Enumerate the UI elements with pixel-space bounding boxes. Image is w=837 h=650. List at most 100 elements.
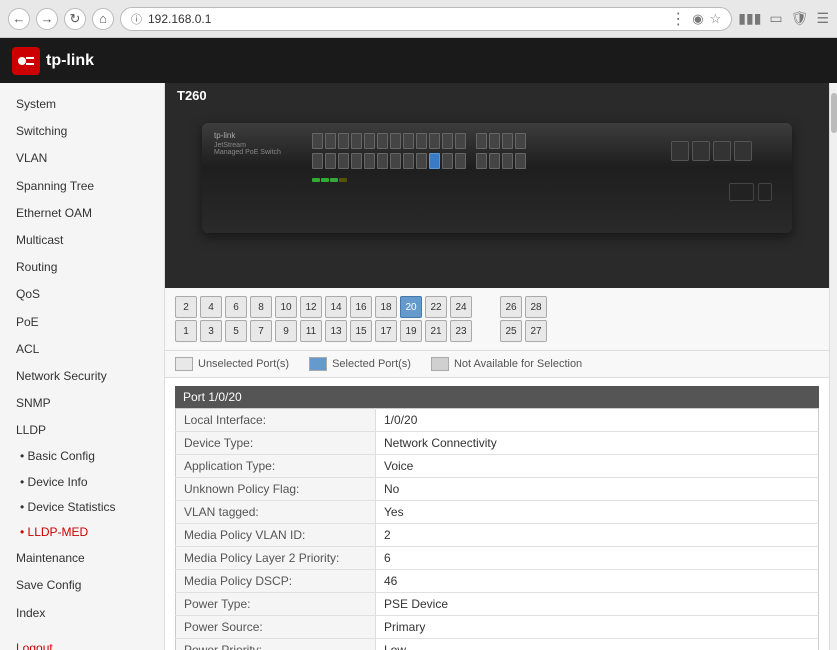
sidebar-item-device-statistics[interactable]: • Device Statistics (0, 495, 164, 520)
sidebar-item-maintenance[interactable]: Maintenance (0, 545, 164, 572)
legend-unselected-label: Unselected Port(s) (198, 358, 289, 370)
sidebar-item-basic-config[interactable]: • Basic Config (0, 444, 164, 469)
sidebar-item-vlan[interactable]: VLAN (0, 145, 164, 172)
library-icon[interactable]: ▮▮▮ (738, 10, 761, 27)
port-24[interactable]: 24 (450, 296, 472, 318)
port-11[interactable]: 11 (300, 320, 322, 342)
port-9[interactable]: 9 (275, 320, 297, 342)
field-label: Power Type: (176, 593, 376, 616)
device-title: T260 (165, 83, 829, 108)
field-value: Voice (376, 455, 819, 478)
switch-logo: tp-link JetStream Managed PoE Switch (214, 131, 281, 156)
table-row: VLAN tagged:Yes (176, 501, 819, 524)
port-25[interactable]: 25 (500, 320, 522, 342)
browser-chrome: ← → ↻ ⌂ ⓘ 192.168.0.1 ⋮ ◉ ☆ ▮▮▮ ▭ 🛡 ☰ (0, 0, 837, 38)
switch-body: tp-link JetStream Managed PoE Switch (202, 123, 792, 233)
port-7[interactable]: 7 (250, 320, 272, 342)
legend-selected: Selected Port(s) (309, 357, 411, 371)
field-label: Local Interface: (176, 409, 376, 432)
sidebar-item-multicast[interactable]: Multicast (0, 227, 164, 254)
sidebar-item-snmp[interactable]: SNMP (0, 390, 164, 417)
port-16[interactable]: 16 (350, 296, 372, 318)
port-18[interactable]: 18 (375, 296, 397, 318)
port-grid-area: 2 4 6 8 10 12 14 16 18 20 22 24 26 28 (165, 288, 829, 351)
legend-box-unavailable (431, 357, 449, 371)
field-label: VLAN tagged: (176, 501, 376, 524)
port-15[interactable]: 15 (350, 320, 372, 342)
sidebar-item-network-security[interactable]: Network Security (0, 363, 164, 390)
back-button[interactable]: ← (8, 8, 30, 30)
console-ports (729, 183, 772, 201)
field-value: Network Connectivity (376, 432, 819, 455)
field-value: 1/0/20 (376, 409, 819, 432)
field-value: Yes (376, 501, 819, 524)
field-value: 46 (376, 570, 819, 593)
field-label: Media Policy VLAN ID: (176, 524, 376, 547)
sidebar-item-ethernet-oam[interactable]: Ethernet OAM (0, 200, 164, 227)
logo-area: tp-link (12, 47, 94, 75)
port-20[interactable]: 20 (400, 296, 422, 318)
port-13[interactable]: 13 (325, 320, 347, 342)
switch-status-leds (312, 178, 347, 182)
port-17[interactable]: 17 (375, 320, 397, 342)
port-26[interactable]: 26 (500, 296, 522, 318)
home-button[interactable]: ⌂ (92, 8, 114, 30)
address-bar[interactable]: ⓘ 192.168.0.1 ⋮ ◉ ☆ (120, 7, 732, 31)
port-21[interactable]: 21 (425, 320, 447, 342)
port-8[interactable]: 8 (250, 296, 272, 318)
sidebar-item-system[interactable]: System (0, 91, 164, 118)
port-3[interactable]: 3 (200, 320, 222, 342)
legend-unselected: Unselected Port(s) (175, 357, 289, 371)
port-28[interactable]: 28 (525, 296, 547, 318)
sidebar-item-routing[interactable]: Routing (0, 254, 164, 281)
sidebar-item-poe[interactable]: PoE (0, 309, 164, 336)
legend-selected-label: Selected Port(s) (332, 358, 411, 370)
sidebar-item-lldp-med[interactable]: • LLDP-MED (0, 520, 164, 545)
sidebar-item-switching[interactable]: Switching (0, 118, 164, 145)
sidebar-item-index[interactable]: Index (0, 600, 164, 627)
legend-unavailable-label: Not Available for Selection (454, 358, 582, 370)
logout-link[interactable]: Logout (0, 637, 164, 650)
legend-unavailable: Not Available for Selection (431, 357, 582, 371)
port-2[interactable]: 2 (175, 296, 197, 318)
menu-icon[interactable]: ☰ (816, 10, 829, 27)
port-23[interactable]: 23 (450, 320, 472, 342)
port-6[interactable]: 6 (225, 296, 247, 318)
port-info-section: Port 1/0/20 Local Interface:1/0/20Device… (165, 386, 829, 650)
reload-button[interactable]: ↻ (64, 8, 86, 30)
table-row: Local Interface:1/0/20 (176, 409, 819, 432)
port-12[interactable]: 12 (300, 296, 322, 318)
field-label: Unknown Policy Flag: (176, 478, 376, 501)
port-27[interactable]: 27 (525, 320, 547, 342)
scrollbar[interactable] (829, 83, 837, 650)
port-14[interactable]: 14 (325, 296, 347, 318)
field-value: Primary (376, 616, 819, 639)
shield-icon: 🛡 (791, 10, 809, 27)
table-row: Media Policy Layer 2 Priority:6 (176, 547, 819, 570)
port-info-table: Local Interface:1/0/20Device Type:Networ… (175, 408, 819, 650)
port-5[interactable]: 5 (225, 320, 247, 342)
window-icon[interactable]: ▭ (769, 10, 782, 27)
logo-text: tp-link (46, 52, 94, 70)
field-value: Low (376, 639, 819, 650)
port-4[interactable]: 4 (200, 296, 222, 318)
table-row: Power Priority:Low (176, 639, 819, 650)
sidebar-item-acl[interactable]: ACL (0, 336, 164, 363)
legend-box-selected (309, 357, 327, 371)
port-22[interactable]: 22 (425, 296, 447, 318)
sidebar-item-spanning-tree[interactable]: Spanning Tree (0, 173, 164, 200)
switch-ports-bottom (312, 153, 526, 169)
port-19[interactable]: 19 (400, 320, 422, 342)
port-10[interactable]: 10 (275, 296, 297, 318)
port-1[interactable]: 1 (175, 320, 197, 342)
url-text: 192.168.0.1 (148, 12, 664, 26)
sidebar-item-save-config[interactable]: Save Config (0, 572, 164, 599)
field-value: No (376, 478, 819, 501)
forward-button[interactable]: → (36, 8, 58, 30)
main-panel: T260 tp-link JetStream Managed PoE Switc… (165, 83, 829, 650)
table-row: Power Source:Primary (176, 616, 819, 639)
sidebar-item-qos[interactable]: QoS (0, 281, 164, 308)
field-value: 6 (376, 547, 819, 570)
sidebar-item-device-info[interactable]: • Device Info (0, 470, 164, 495)
sidebar-item-lldp[interactable]: LLDP (0, 417, 164, 444)
